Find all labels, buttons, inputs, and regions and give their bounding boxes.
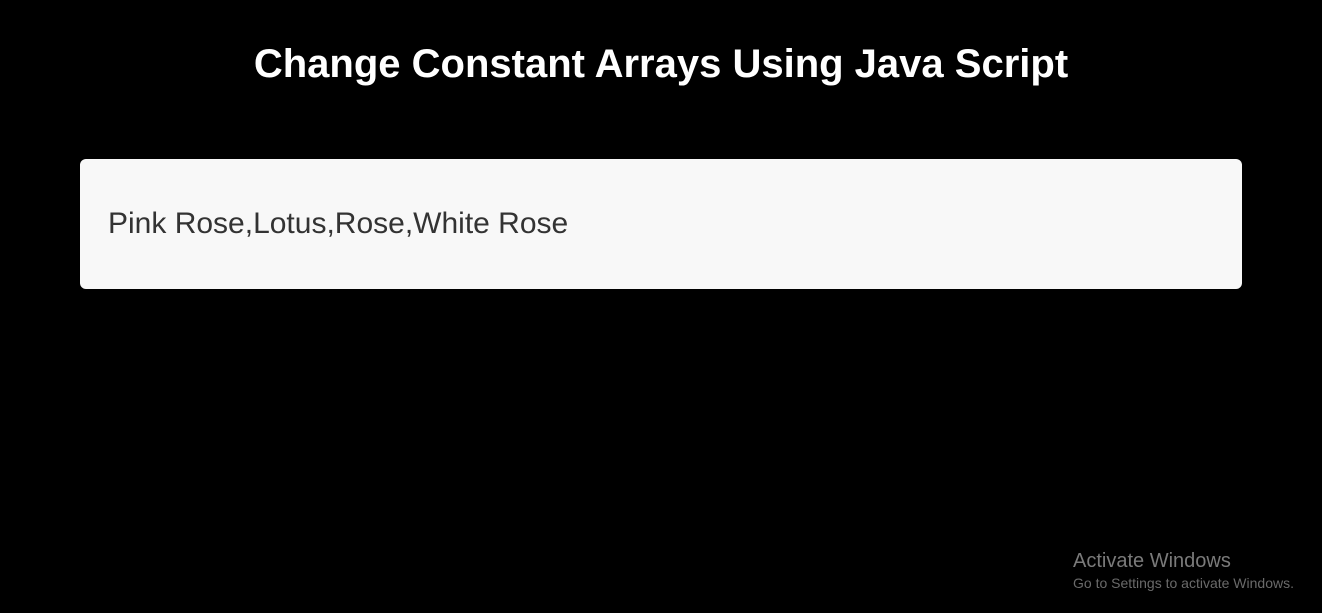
page-title: Change Constant Arrays Using Java Script: [0, 0, 1322, 87]
watermark-title: Activate Windows: [1073, 550, 1294, 573]
activate-windows-watermark: Activate Windows Go to Settings to activ…: [1073, 550, 1294, 591]
output-text: Pink Rose,Lotus,Rose,White Rose: [108, 207, 1214, 241]
watermark-subtitle: Go to Settings to activate Windows.: [1073, 575, 1294, 591]
output-panel: Pink Rose,Lotus,Rose,White Rose: [80, 159, 1242, 289]
